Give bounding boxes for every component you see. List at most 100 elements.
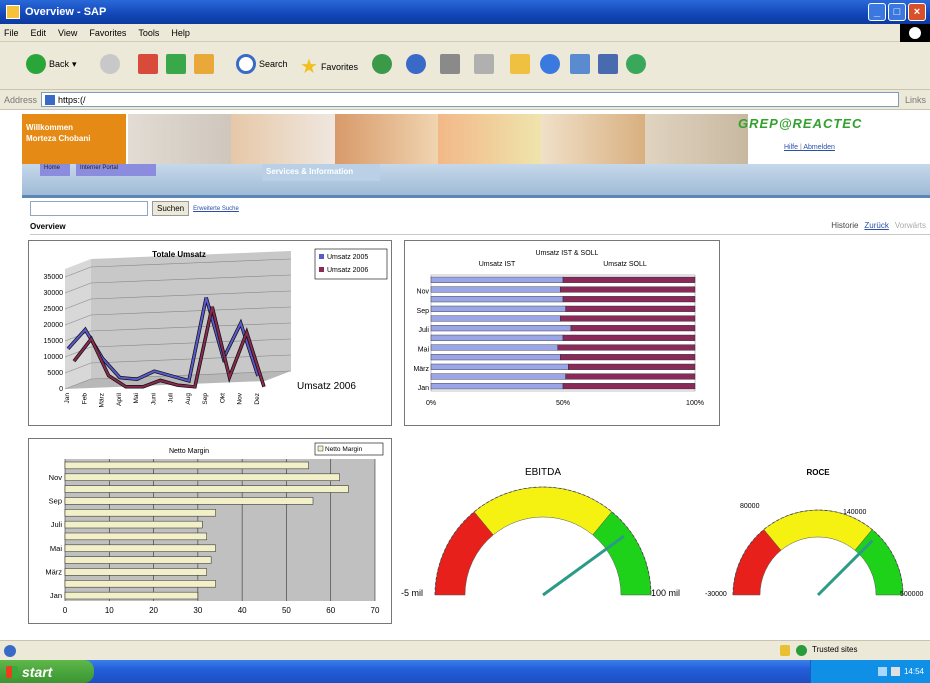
menu-view[interactable]: View (58, 28, 77, 38)
tab-intern[interactable]: Interner Portal (76, 164, 156, 176)
netto-bar (64, 485, 349, 493)
edit-icon[interactable] (474, 54, 494, 74)
star-icon: ★ (300, 56, 318, 78)
forward-link[interactable]: Vorwärts (895, 221, 926, 230)
menu-file[interactable]: File (4, 28, 19, 38)
y-category-label: Nov (417, 289, 430, 296)
x-tick-label: Okt (219, 393, 226, 403)
help-link[interactable]: Hilfe (784, 144, 798, 151)
forward-arrow-icon (100, 54, 120, 74)
tab-home[interactable]: Home (40, 164, 70, 176)
close-button[interactable]: × (908, 3, 926, 21)
bookmark-icon[interactable] (598, 54, 618, 74)
zone-text: Trusted sites (812, 645, 858, 654)
y-category-label: Jan (50, 591, 62, 600)
mail-icon[interactable] (406, 54, 426, 74)
netto-svg: Jan März Mai Juli Sep Nov 0 10 20 30 40 50 60 70 Net… (45, 442, 384, 615)
y-tick-label: 0 (59, 386, 63, 393)
bar-soll (562, 296, 696, 303)
x-tick-label: 70 (371, 606, 380, 615)
bar-soll (565, 373, 696, 380)
windows-flag-icon (6, 666, 18, 678)
bar-soll (557, 344, 696, 351)
y-tick-label: 15000 (44, 338, 64, 345)
research-icon[interactable] (570, 54, 590, 74)
search-submit-button[interactable]: Suchen (152, 201, 190, 216)
roce-title: ROCE (806, 468, 830, 477)
ist-soll-svg: Umsatz IST & SOLL Umsatz IST Umsatz SOLL… (413, 250, 704, 407)
gauges-area: EBITDA -5 mil 100 mil ROCE 80000 140000 … (401, 467, 923, 598)
netto-bar (64, 532, 207, 541)
chart-totale-umsatz: 35000 30000 25000 20000 15000 10000 5000 0 Jan F… (28, 240, 392, 426)
minimize-button[interactable]: _ (868, 3, 886, 21)
netto-bar (64, 544, 216, 552)
status-bar: Trusted sites (0, 640, 930, 660)
refresh-icon[interactable] (166, 54, 186, 74)
brand-links: Hilfe | Abmelden (784, 144, 835, 151)
y-category-label: Sep (417, 308, 430, 315)
roce-min-label: -30000 (705, 591, 727, 598)
y-category-label: März (413, 366, 429, 373)
menu-help[interactable]: Help (171, 28, 190, 38)
x-tick-label: Jan (64, 393, 71, 404)
browser-toolbar: Back ▾ Search ★ Favorites (0, 42, 930, 90)
print-icon[interactable] (440, 54, 460, 74)
portal-banner: Willkommen Morteza Chobani GREP@REACTEC … (22, 114, 930, 164)
address-label: Address (4, 94, 38, 105)
menu-favorites[interactable]: Favorites (89, 28, 126, 38)
soll-legend: Umsatz SOLL (603, 261, 647, 268)
x-tick-label: 50 (282, 606, 291, 615)
bar-ist (430, 334, 564, 341)
links-button[interactable]: Links (905, 95, 926, 105)
legend-marker-2006 (319, 267, 324, 272)
bar-ist (430, 296, 564, 303)
search-button[interactable]: Search (236, 54, 288, 74)
home-icon[interactable] (194, 54, 214, 74)
y-category-label: Jan (418, 385, 429, 392)
lock-icon (780, 645, 790, 656)
start-button[interactable]: start (0, 660, 94, 683)
maximize-button[interactable]: □ (888, 3, 906, 21)
bar-ist (430, 276, 564, 283)
x-tick-label: Juni (150, 393, 157, 405)
brand-logo: GREP@REACTEC (738, 116, 863, 131)
x-tick-label: Feb (81, 393, 88, 405)
search-input[interactable] (30, 201, 148, 216)
x-tick-label: 0% (426, 400, 436, 407)
history-icon[interactable] (372, 54, 392, 74)
window-title: Overview - SAP (25, 6, 107, 18)
address-input[interactable]: https:(/ (41, 92, 900, 107)
folder-icon[interactable] (510, 54, 530, 74)
history-link[interactable]: Historie (831, 221, 858, 230)
logout-link[interactable]: Abmelden (803, 144, 835, 151)
y-tick-label: 10000 (44, 354, 64, 361)
menu-tools[interactable]: Tools (138, 28, 159, 38)
netto-title: Netto Margin (169, 448, 209, 455)
tab-services[interactable]: Services & Information (262, 164, 380, 181)
y-category-label: März (45, 567, 62, 576)
bar-soll (560, 315, 696, 322)
back-link[interactable]: Zurück (864, 221, 888, 230)
page-icon (45, 94, 56, 105)
back-button[interactable]: Back ▾ (26, 54, 77, 74)
netto-bar (64, 461, 309, 470)
menu-edit[interactable]: Edit (31, 28, 47, 38)
favorites-button[interactable]: ★ Favorites (300, 54, 358, 79)
advanced-search-link[interactable]: Erweiterte Suche (193, 206, 239, 212)
netto-bar (64, 568, 207, 576)
stop-icon[interactable] (138, 54, 158, 74)
tools-icon[interactable] (626, 54, 646, 74)
forward-button[interactable] (100, 54, 120, 74)
ie-status-icon (4, 644, 16, 657)
roce-yellow-zone (763, 509, 873, 551)
bar-ist (430, 354, 561, 361)
y-category-label: Juli (51, 520, 63, 529)
x-tick-label: 60 (326, 606, 335, 615)
x-tick-label: April (116, 392, 123, 406)
umsatz-svg: 35000 30000 25000 20000 15000 10000 5000 0 Jan F… (44, 248, 388, 407)
netto-bar (64, 473, 340, 481)
roce-max-label: 500000 (900, 591, 923, 598)
welcome-text: Willkommen (26, 123, 74, 132)
netto-bar (64, 556, 212, 564)
messenger-icon[interactable] (540, 54, 560, 74)
